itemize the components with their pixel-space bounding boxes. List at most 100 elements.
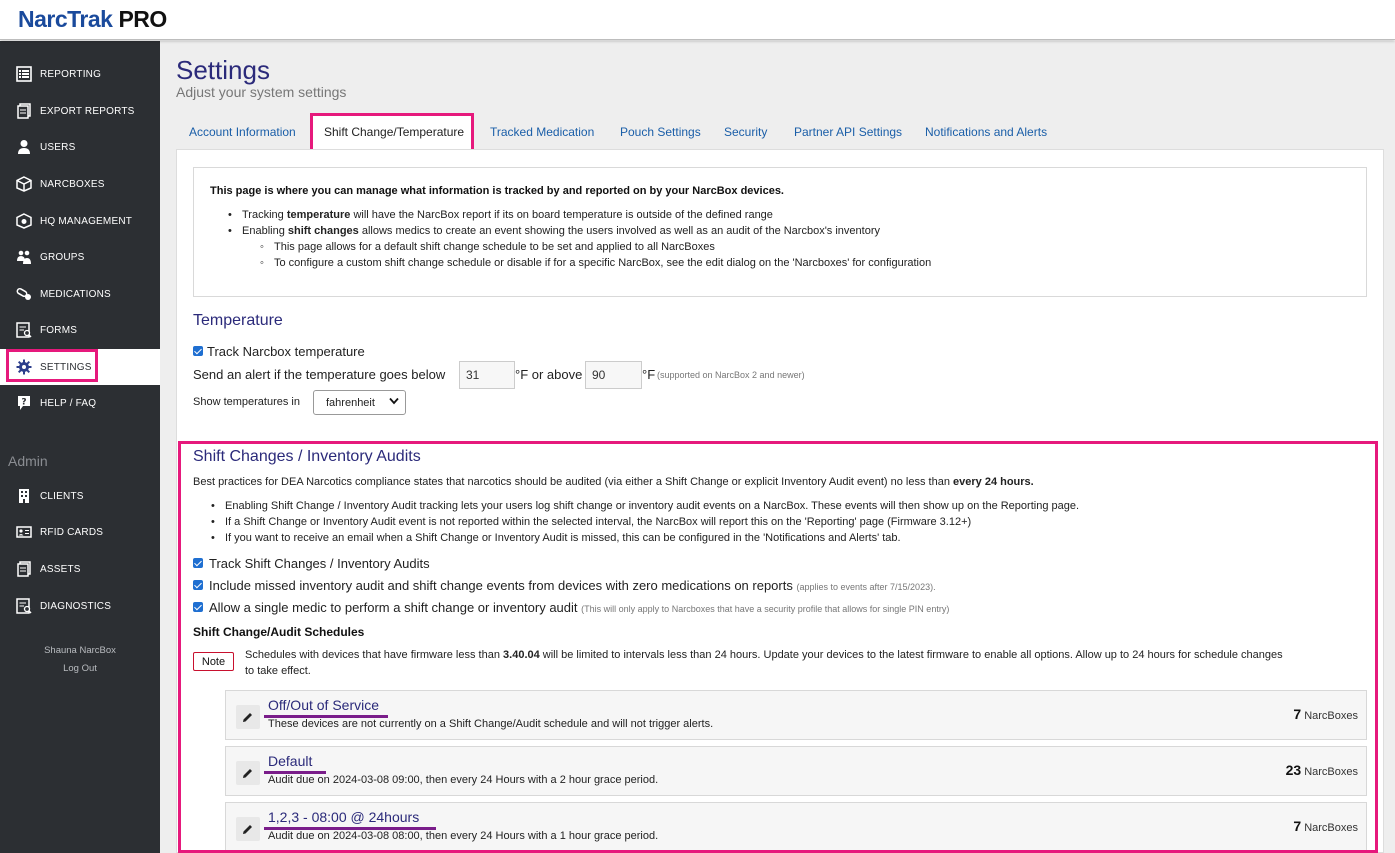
sidebar-item-medications[interactable]: MEDICATIONS <box>0 276 160 312</box>
track-temperature-checkbox[interactable] <box>193 346 203 356</box>
tab-partner-api-settings[interactable]: Partner API Settings <box>794 125 902 139</box>
sidebar-item-narcboxes[interactable]: NARCBOXES <box>0 166 160 202</box>
documents-icon <box>16 103 32 119</box>
sidebar-item-label: NARCBOXES <box>40 178 105 190</box>
info-bullet-temperature: Tracking temperature will have the NarcB… <box>228 209 773 221</box>
edit-pencil-icon[interactable] <box>236 761 260 785</box>
temperature-unit-value: fahrenheit <box>326 396 375 409</box>
best-practices-text: Best practices for DEA Narcotics complia… <box>193 476 1034 488</box>
single-medic-checkbox[interactable] <box>193 602 203 612</box>
pills-icon <box>16 286 32 302</box>
note-badge: Note <box>193 652 234 671</box>
info-bullet-shift-changes: Enabling shift changes allows medics to … <box>228 225 880 237</box>
admin-heading: Admin <box>8 453 48 469</box>
sidebar-item-assets[interactable]: ASSETS <box>0 551 160 587</box>
sidebar-item-settings[interactable]: SETTINGS <box>0 349 160 385</box>
id-card-icon <box>16 524 32 540</box>
sidebar-item-reporting[interactable]: REPORTING <box>0 56 160 92</box>
single-medic-label: Allow a single medic to perform a shift … <box>209 600 950 615</box>
logo-edition: PRO <box>118 6 167 32</box>
sidebar-item-label: ASSETS <box>40 563 81 575</box>
sidebar-item-groups[interactable]: GROUPS <box>0 239 160 275</box>
app-logo[interactable]: NarcTrak PRO <box>18 6 167 33</box>
shift-changes-heading: Shift Changes / Inventory Audits <box>193 448 421 465</box>
temperature-alert-label: Send an alert if the temperature goes be… <box>193 367 446 382</box>
group-icon <box>16 249 32 265</box>
sidebar-item-diagnostics[interactable]: DIAGNOSTICS <box>0 588 160 624</box>
tab-security[interactable]: Security <box>724 125 767 139</box>
settings-panel: This page is where you can manage what i… <box>176 149 1384 853</box>
schedule-name[interactable]: Default <box>268 753 312 769</box>
schedule-card: Default Audit due on 2024-03-08 09:00, t… <box>225 746 1367 796</box>
sidebar-item-rfid-cards[interactable]: RFID CARDS <box>0 514 160 550</box>
user-name: Shauna NarcBox <box>44 645 116 656</box>
include-missed-checkbox[interactable] <box>193 580 203 590</box>
sidebar-item-label: RFID CARDS <box>40 526 104 538</box>
schedule-description: These devices are not currently on a Shi… <box>268 718 714 730</box>
info-sub-bullet: This page allows for a default shift cha… <box>260 241 715 253</box>
sidebar-item-label: HELP / FAQ <box>40 397 97 409</box>
sidebar-item-label: SETTINGS <box>40 361 92 373</box>
sidebar-item-label: HQ MANAGEMENT <box>40 215 133 227</box>
firmware-note-line2: to take effect. <box>245 665 311 677</box>
tab-notifications-and-alerts[interactable]: Notifications and Alerts <box>925 125 1047 139</box>
sidebar: REPORTING EXPORT REPORTS USERS NARCBOXES… <box>0 41 160 853</box>
sidebar-item-export-reports[interactable]: EXPORT REPORTS <box>0 93 160 129</box>
info-box: This page is where you can manage what i… <box>193 167 1367 297</box>
box-gear-icon <box>16 213 32 229</box>
info-title: This page is where you can manage what i… <box>210 185 784 197</box>
building-icon <box>16 488 32 504</box>
sidebar-item-users[interactable]: USERS <box>0 129 160 165</box>
temperature-below-input[interactable]: 31 <box>459 361 515 389</box>
sidebar-item-label: MEDICATIONS <box>40 288 111 300</box>
user-icon <box>16 139 32 155</box>
gear-icon <box>16 359 32 375</box>
sidebar-item-clients[interactable]: CLIENTS <box>0 478 160 514</box>
tab-shift-change-temperature[interactable]: Shift Change/Temperature <box>324 125 464 139</box>
schedule-card: 1,2,3 - 08:00 @ 24hours Audit due on 202… <box>225 802 1367 852</box>
track-shift-changes-label: Track Shift Changes / Inventory Audits <box>209 556 430 571</box>
list-icon <box>16 66 32 82</box>
schedule-name[interactable]: Off/Out of Service <box>268 697 379 713</box>
temperature-supported-note: (supported on NarcBox 2 and newer) <box>657 370 805 380</box>
sidebar-item-hq-management[interactable]: HQ MANAGEMENT <box>0 203 160 239</box>
logout-link[interactable]: Log Out <box>0 663 160 674</box>
sidebar-item-label: REPORTING <box>40 68 102 80</box>
main-content: Settings Adjust your system settings Acc… <box>160 41 1395 853</box>
top-bar: NarcTrak PRO <box>0 0 1395 40</box>
box-icon <box>16 176 32 192</box>
shift-bullet: If a Shift Change or Inventory Audit eve… <box>211 516 971 528</box>
sidebar-item-forms[interactable]: FORMS <box>0 312 160 348</box>
show-temperatures-label: Show temperatures in <box>193 396 300 408</box>
schedule-device-count: 23 NarcBoxes <box>1285 762 1358 778</box>
sidebar-item-label: GROUPS <box>40 251 85 263</box>
info-sub-bullet: To configure a custom shift change sched… <box>260 257 931 269</box>
firmware-note: Schedules with devices that have firmwar… <box>245 649 1283 661</box>
tab-account-information[interactable]: Account Information <box>189 125 296 139</box>
sidebar-item-label: USERS <box>40 141 76 153</box>
edit-pencil-icon[interactable] <box>236 817 260 841</box>
temperature-unit-label: °F <box>642 367 656 382</box>
edit-pencil-icon[interactable] <box>236 705 260 729</box>
schedule-name[interactable]: 1,2,3 - 08:00 @ 24hours <box>268 809 419 825</box>
temperature-unit-select[interactable]: fahrenheit <box>313 390 406 415</box>
temperature-above-input[interactable]: 90 <box>585 361 642 389</box>
sidebar-item-label: FORMS <box>40 324 78 336</box>
schedule-device-count: 7 NarcBoxes <box>1293 706 1358 722</box>
tab-pouch-settings[interactable]: Pouch Settings <box>620 125 701 139</box>
schedules-heading: Shift Change/Audit Schedules <box>193 625 365 639</box>
schedule-card: Off/Out of Service These devices are not… <box>225 690 1367 740</box>
track-temperature-label: Track Narcbox temperature <box>207 344 365 359</box>
form-icon <box>16 598 32 614</box>
page-subtitle: Adjust your system settings <box>176 84 347 100</box>
track-shift-changes-checkbox[interactable] <box>193 558 203 568</box>
shift-bullet: Enabling Shift Change / Inventory Audit … <box>211 500 1079 512</box>
sidebar-item-help[interactable]: ? HELP / FAQ <box>0 385 160 421</box>
tab-tracked-medication[interactable]: Tracked Medication <box>490 125 594 139</box>
schedule-device-count: 7 NarcBoxes <box>1293 818 1358 834</box>
question-icon: ? <box>16 395 32 411</box>
temperature-or-above-label: °F or above <box>515 367 583 382</box>
include-missed-label: Include missed inventory audit and shift… <box>209 578 936 593</box>
sidebar-item-label: EXPORT REPORTS <box>40 105 135 117</box>
documents-icon <box>16 561 32 577</box>
